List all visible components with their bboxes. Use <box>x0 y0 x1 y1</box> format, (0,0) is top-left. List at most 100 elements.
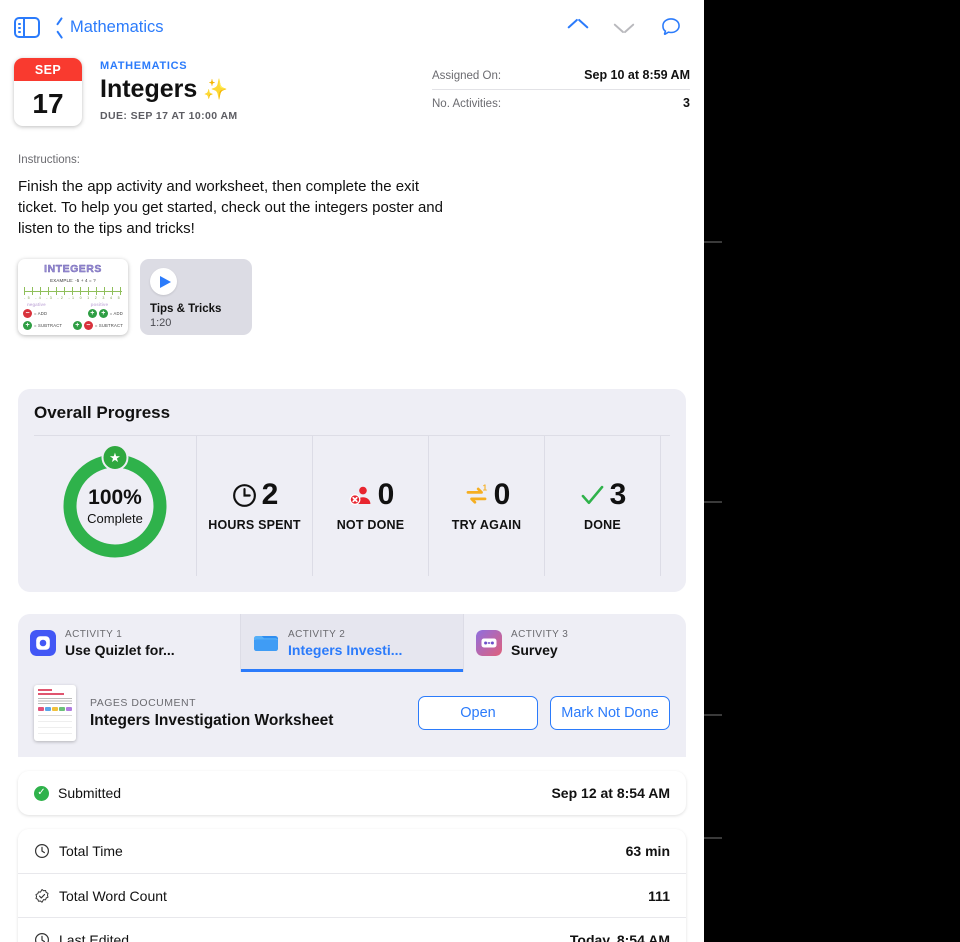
stat-label: NOT DONE <box>336 518 405 532</box>
activity-document-row: PAGES DOCUMENT Integers Investigation Wo… <box>18 672 686 757</box>
due-date-label: DUE: SEP 17 AT 10:00 AM <box>100 110 238 122</box>
meta-row-activity-count: No. Activities: 3 <box>432 90 690 117</box>
course-label: MATHEMATICS <box>100 60 188 72</box>
speech-bubble-icon[interactable] <box>660 16 682 38</box>
stat-try-again: 1 0 TRY AGAIN <box>428 436 544 576</box>
stat-done: 3 DONE <box>544 436 660 576</box>
assignment-title-text: Integers <box>100 75 198 103</box>
back-button-label: Mathematics <box>70 17 164 36</box>
chevron-left-icon <box>56 20 65 35</box>
play-icon[interactable] <box>150 268 177 295</box>
meta-row-assigned-on: Assigned On: Sep 10 at 8:59 AM <box>432 62 690 90</box>
tab-kicker: ACTIVITY 3 <box>511 628 569 640</box>
checkmark-icon <box>581 485 604 504</box>
sidebar-toggle-icon[interactable] <box>14 16 40 38</box>
row-label: Last Edited <box>59 931 130 942</box>
overall-progress-title: Overall Progress <box>34 403 171 422</box>
checkmark-circle-icon: ✓ <box>34 785 49 801</box>
meta-value: 3 <box>683 96 690 110</box>
progress-ring-container: 100% Complete ★ <box>34 436 196 576</box>
chevron-down-icon[interactable] <box>613 21 635 34</box>
page-title: Integers ✨ <box>100 75 432 104</box>
video-duration: 1:20 <box>150 317 172 329</box>
number-line <box>24 291 122 292</box>
tab-activity-2[interactable]: ACTIVITY 2 Integers Investi... <box>241 614 464 672</box>
stat-value: 0 <box>377 478 395 511</box>
submission-status-card: ✓ Submitted Sep 12 at 8:54 AM <box>18 771 686 815</box>
sparkles-icon: ✨ <box>203 79 229 101</box>
meta-value: Sep 10 at 8:59 AM <box>584 68 690 82</box>
progress-stats: 2 HOURS SPENT 0 NOT DONE 1 0 TRY AGAIN 3… <box>196 436 670 576</box>
clock-icon <box>35 932 49 942</box>
minus-sign-icon: − <box>83 321 93 330</box>
poster-positive-label: positive <box>90 302 108 307</box>
progress-percent: 100% <box>88 485 142 509</box>
attachment-tips-and-tricks-video[interactable]: Tips & Tricks 1:20 <box>140 259 252 335</box>
overall-progress-card: Overall Progress 100% Complete ★ 2 HOURS… <box>18 389 686 592</box>
assignment-header: SEP 17 MATHEMATICS Integers ✨ DUE: SEP 1… <box>0 54 704 126</box>
stat-value: 0 <box>493 478 511 511</box>
star-icon: ★ <box>101 444 129 471</box>
progress-ring: 100% Complete ★ <box>60 444 170 561</box>
row-value: 63 min <box>625 843 670 859</box>
instructions-label: Instructions: <box>18 154 80 166</box>
stat-value: 3 <box>609 478 627 511</box>
instructions-text: Finish the app activity and worksheet, t… <box>18 178 443 237</box>
poster-rule-text: = SUBTRACT <box>94 323 123 328</box>
plus-sign-icon: + <box>23 321 32 330</box>
screen-root: Mathematics SEP 17 MATHEMATICS Integers <box>0 0 960 942</box>
chevron-up-icon[interactable] <box>567 18 589 33</box>
poster-negative-label: negative <box>27 302 46 307</box>
tab-activity-3[interactable]: ACTIVITY 3 Survey <box>464 614 686 672</box>
stat-hours-spent: 2 HOURS SPENT <box>196 436 312 576</box>
meta-key: Assigned On: <box>432 70 502 82</box>
stat-label: DONE <box>584 518 621 532</box>
row-value: Sep 12 at 8:54 AM <box>551 785 670 801</box>
row-value: Today, 8:54 AM <box>569 931 670 942</box>
poster-rule-row: + = SUBTRACT + − = SUBTRACT <box>23 321 123 330</box>
plus-sign-icon: + <box>98 309 108 318</box>
document-kicker: PAGES DOCUMENT <box>90 696 196 709</box>
person-x-icon <box>349 486 371 505</box>
stat-not-done: 0 NOT DONE <box>312 436 428 576</box>
meta-key: No. Activities: <box>432 98 502 110</box>
mark-not-done-button[interactable]: Mark Not Done <box>550 696 670 730</box>
open-button[interactable]: Open <box>418 696 538 730</box>
document-thumbnail[interactable] <box>34 685 76 741</box>
tab-kicker: ACTIVITY 2 <box>288 628 346 640</box>
stat-label: HOURS SPENT <box>208 518 301 532</box>
tab-label: Survey <box>511 641 558 658</box>
activity-tabs: ACTIVITY 1 Use Quizlet for... ACTIVITY 2… <box>18 614 686 672</box>
row-label: Total Time <box>59 843 123 859</box>
back-button[interactable]: Mathematics <box>56 18 164 37</box>
clock-icon <box>232 483 256 507</box>
clock-icon <box>34 843 50 859</box>
quizlet-app-icon <box>30 630 56 656</box>
row-total-time: Total Time 63 min <box>18 829 686 873</box>
attachment-integers-poster[interactable]: INTEGERS EXAMPLE: -5 + 4 = ? -5 -4 -3 -2… <box>18 259 128 335</box>
poster-title: INTEGERS <box>44 263 102 275</box>
progress-subtitle: Complete <box>87 510 143 526</box>
tab-label: Integers Investi... <box>288 641 403 658</box>
row-value: 111 <box>648 887 670 904</box>
activity-details-card: Total Time 63 min Total Word Count 111 L… <box>18 829 686 942</box>
stat-label: TRY AGAIN <box>451 518 522 532</box>
due-date-badge: SEP 17 <box>14 58 82 126</box>
document-title: Integers Investigation Worksheet <box>90 711 334 729</box>
attachment-list: INTEGERS EXAMPLE: -5 + 4 = ? -5 -4 -3 -2… <box>0 239 704 335</box>
poster-rule-text: = ADD <box>109 311 123 316</box>
row-label: Total Word Count <box>59 887 167 904</box>
svg-text:1: 1 <box>482 483 487 492</box>
number-line-numbers: -5 -4 -3 -2 -1 0 1 2 3 4 5 <box>24 296 122 300</box>
poster-example: EXAMPLE: -5 + 4 = ? <box>50 278 96 283</box>
tab-label: Use Quizlet for... <box>65 641 175 658</box>
activities-card: ACTIVITY 1 Use Quizlet for... ACTIVITY 2… <box>18 614 686 757</box>
navigation-bar: Mathematics <box>0 0 704 54</box>
row-last-edited: Last Edited Today, 8:54 AM <box>18 917 686 942</box>
plus-sign-icon: + <box>87 309 97 318</box>
folder-icon <box>254 636 278 651</box>
stat-value: 2 <box>261 478 279 511</box>
tab-activity-1[interactable]: ACTIVITY 1 Use Quizlet for... <box>18 614 241 672</box>
row-label: Submitted <box>58 785 122 801</box>
assignment-meta: Assigned On: Sep 10 at 8:59 AM No. Activ… <box>432 58 690 126</box>
